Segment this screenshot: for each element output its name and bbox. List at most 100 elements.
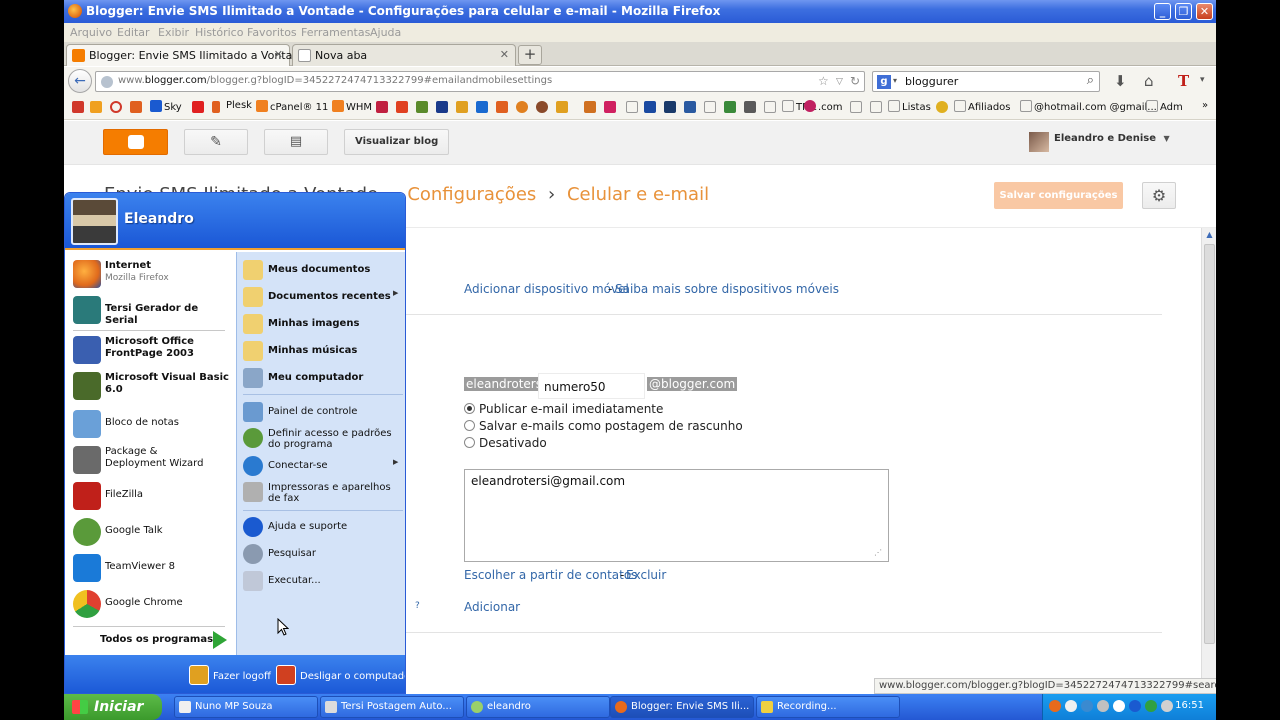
opera-icon[interactable] (110, 101, 122, 113)
task-recording[interactable]: Recording... (756, 696, 900, 718)
bookmark-icon[interactable] (476, 101, 488, 113)
bookmark-icon[interactable] (584, 101, 596, 113)
search-box[interactable]: g ▾ bloggurer ⌕ (872, 71, 1100, 92)
bookmark-star-icon[interactable]: ☆ (818, 74, 829, 88)
bookmark-icon[interactable] (130, 101, 142, 113)
dropdown-icon[interactable]: ▽ (836, 77, 843, 87)
tab-nova-aba[interactable]: Nova aba ✕ (292, 44, 516, 66)
blogger-logo-button[interactable] (103, 129, 168, 155)
bookmark-hotmail[interactable]: @hotmail.com @gmail... (1020, 100, 1157, 113)
menu-exibir[interactable]: Exibir (158, 26, 189, 39)
bookmark-icon[interactable] (416, 101, 428, 113)
task-eleandro[interactable]: eleandro (466, 696, 610, 718)
bookmark-icon[interactable] (376, 101, 388, 113)
download-icon[interactable]: ⬇ (1114, 72, 1127, 90)
bookmark-icon[interactable] (456, 101, 468, 113)
start-button[interactable]: Iniciar (64, 694, 162, 720)
addon-t-icon[interactable]: T (1178, 72, 1189, 90)
maximize-button[interactable]: ❐ (1175, 3, 1192, 20)
tab-blogger[interactable]: Blogger: Envie SMS Ilimitado a Vontade -… (66, 44, 328, 66)
search-input[interactable]: bloggurer (905, 75, 958, 88)
bookmark-icon[interactable] (90, 101, 102, 113)
tray-icon[interactable] (1049, 700, 1061, 712)
email-secret-input[interactable]: numero50 (538, 373, 645, 399)
bookmark-adm[interactable]: Adm (1146, 100, 1183, 113)
scroll-up-icon[interactable]: ▲ (1204, 230, 1215, 241)
search-icon[interactable]: ⌕ (1087, 73, 1094, 88)
all-programs-button[interactable]: Todos os programas (100, 634, 213, 645)
bookmark-icon[interactable] (870, 101, 882, 113)
posts-list-button[interactable]: ▤ (264, 129, 328, 155)
user-name[interactable]: Eleandro e Denise ▼ (1054, 133, 1170, 144)
shutdown-button[interactable]: Desligar o computador (276, 665, 405, 685)
add-link[interactable]: Adicionar (464, 600, 520, 614)
bookmark-icon[interactable] (936, 101, 948, 113)
menu-dropdown-icon[interactable]: ▾ (1200, 75, 1205, 85)
add-mobile-link[interactable]: Adicionar dispositivo móvel (464, 282, 629, 296)
bookmark-icon[interactable] (496, 101, 508, 113)
help-icon[interactable]: ? (415, 601, 420, 611)
bookmark-icon[interactable] (684, 101, 696, 113)
learn-mobile-link[interactable]: Saiba mais sobre dispositivos móveis (615, 282, 839, 296)
bookmark-com[interactable]: .com (804, 100, 843, 113)
bookmark-icon[interactable] (664, 101, 676, 113)
user-picture[interactable] (71, 198, 118, 245)
minimize-button[interactable]: _ (1154, 3, 1171, 20)
menu-ferramentas[interactable]: Ferramentas (301, 26, 370, 39)
resize-handle-icon[interactable]: ⋰ (874, 548, 882, 557)
gmail-icon[interactable] (72, 101, 84, 113)
back-button[interactable]: ← (68, 69, 92, 93)
scroll-thumb[interactable] (1204, 244, 1215, 644)
bookmark-afiliados[interactable]: Afiliados (954, 100, 1011, 113)
bookmark-icon[interactable] (212, 101, 220, 113)
menu-historico[interactable]: Histórico (195, 26, 243, 39)
bookmark-icon[interactable] (626, 101, 638, 113)
home-icon[interactable]: ⌂ (1144, 72, 1154, 90)
radio-draft[interactable]: Salvar e-mails como postagem de rascunho (464, 419, 743, 433)
logoff-button[interactable]: Fazer logoff (189, 665, 271, 685)
bookmark-icon[interactable] (724, 101, 736, 113)
new-post-button[interactable]: ✎ (184, 129, 248, 155)
bookmark-whm[interactable]: WHM (332, 100, 372, 113)
tray-icon[interactable] (1065, 700, 1077, 712)
radio-disabled[interactable]: Desativado (464, 436, 547, 450)
youtube-icon[interactable] (192, 101, 204, 113)
bookmark-cpanel[interactable]: cPanel® 11 (256, 100, 328, 113)
close-button[interactable]: ✕ (1196, 3, 1213, 20)
breadcrumb-settings[interactable]: Configurações (407, 184, 536, 205)
choose-contacts-link[interactable]: Escolher a partir de contatos (464, 568, 637, 582)
bookmark-icon[interactable] (516, 101, 528, 113)
task-blogger[interactable]: Blogger: Envie SMS Ili... (610, 696, 754, 718)
task-nuno[interactable]: Nuno MP Souza (174, 696, 318, 718)
bookmark-icon[interactable] (644, 101, 656, 113)
bookmark-plesk[interactable]: Plesk (226, 100, 252, 111)
bookmark-listas[interactable]: Listas (888, 100, 931, 113)
view-blog-button[interactable]: Visualizar blog (344, 129, 450, 155)
close-tab-icon[interactable]: ✕ (274, 48, 283, 61)
tray-icon[interactable] (1081, 700, 1093, 712)
bookmark-icon[interactable] (536, 101, 548, 113)
arrow-right-icon[interactable] (213, 631, 227, 649)
menu-arquivo[interactable]: Arquivo (70, 26, 112, 39)
search-engine-dropdown-icon[interactable]: ▾ (893, 76, 897, 85)
notification-email-textarea[interactable]: eleandrotersi@gmail.com (464, 469, 889, 562)
bookmark-icon[interactable] (850, 101, 862, 113)
bookmark-icon[interactable] (556, 101, 568, 113)
bookmark-icon[interactable] (396, 101, 408, 113)
tray-icon[interactable] (1145, 700, 1157, 712)
url-bar[interactable]: www.blogger.com/blogger.g?blogID=3452272… (95, 71, 865, 92)
bookmark-sky[interactable]: Sky (150, 100, 182, 113)
delete-link[interactable]: Excluir (626, 568, 666, 582)
task-tersi-postagem[interactable]: Tersi Postagem Auto... (320, 696, 464, 718)
gear-icon[interactable]: ⚙ (1142, 182, 1176, 209)
page-scrollbar[interactable]: ▲ (1201, 228, 1216, 685)
avatar[interactable] (1029, 132, 1049, 152)
bookmark-icon[interactable] (764, 101, 776, 113)
volume-icon[interactable] (1161, 700, 1173, 712)
more-bookmarks-icon[interactable]: » (1202, 100, 1208, 111)
menu-editar[interactable]: Editar (117, 26, 150, 39)
bookmark-icon[interactable] (604, 101, 616, 113)
tray-icon[interactable] (1113, 700, 1125, 712)
bookmark-icon[interactable] (704, 101, 716, 113)
reload-icon[interactable]: ↻ (850, 74, 860, 88)
